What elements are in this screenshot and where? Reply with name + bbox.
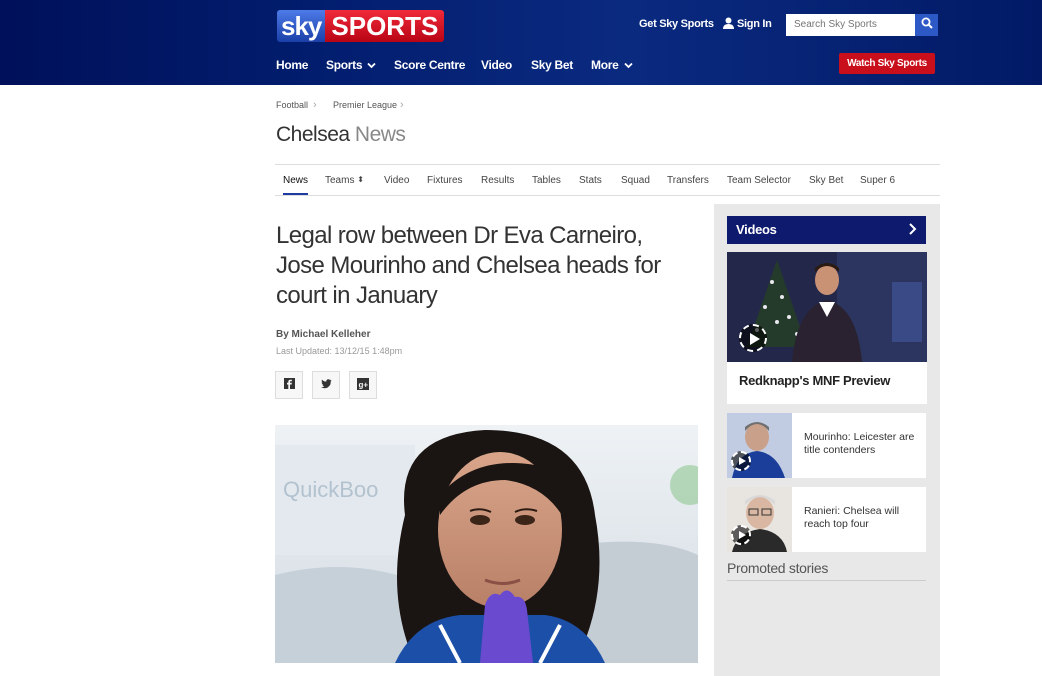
video-item[interactable]: Ranieri: Chelsea will reach top four: [727, 487, 926, 552]
chevron-down-icon: [367, 62, 376, 69]
play-icon: [731, 525, 751, 545]
user-icon: [723, 16, 734, 34]
sky-sports-logo[interactable]: sky SPORTS: [277, 10, 445, 42]
logo-sports-text: SPORTS: [325, 10, 445, 42]
nav-sports[interactable]: Sports: [326, 58, 376, 72]
search-icon: [921, 16, 933, 34]
search-input[interactable]: [786, 14, 915, 36]
video-title: Ranieri: Chelsea will reach top four: [804, 505, 900, 530]
article-updated: Last Updated: 13/12/15 1:48pm: [276, 346, 403, 356]
chevron-down-icon: [623, 62, 633, 69]
article-hero-image: QuickBoo: [275, 425, 698, 663]
nav-video[interactable]: Video: [481, 58, 512, 72]
tab-video[interactable]: Video: [384, 175, 409, 186]
sign-in-link[interactable]: Sign In: [737, 18, 772, 30]
share-google-plus-button[interactable]: g+: [349, 371, 377, 399]
watch-sky-sports-button[interactable]: Watch Sky Sports: [839, 53, 935, 74]
video-title: Mourinho: Leicester are title contenders: [804, 431, 915, 456]
video-thumbnail: [727, 487, 792, 552]
google-plus-icon: g+: [357, 377, 369, 393]
play-icon: [739, 324, 767, 352]
nav-sports-label: Sports: [326, 58, 363, 72]
tab-sky-bet[interactable]: Sky Bet: [809, 175, 843, 186]
tab-news[interactable]: News: [283, 175, 308, 186]
breadcrumb-premier-league[interactable]: Premier League: [333, 100, 397, 110]
tab-squad[interactable]: Squad: [621, 175, 650, 186]
tab-teams[interactable]: Teams ⬍: [325, 175, 364, 186]
chevron-right-icon[interactable]: [908, 222, 918, 241]
article-byline[interactable]: By Michael Kelleher: [276, 329, 370, 340]
tab-super-6[interactable]: Super 6: [860, 175, 895, 186]
get-sky-sports-link[interactable]: Get Sky Sports: [639, 18, 714, 30]
divider: [727, 580, 926, 581]
tab-tables[interactable]: Tables: [532, 175, 561, 186]
chevron-right-icon: ›: [400, 99, 404, 111]
nav-home[interactable]: Home: [276, 58, 308, 72]
svg-text:QuickBoo: QuickBoo: [283, 477, 378, 502]
tab-fixtures[interactable]: Fixtures: [427, 175, 463, 186]
divider: [275, 195, 940, 196]
page-title: Chelsea News: [276, 123, 406, 147]
share-twitter-button[interactable]: [312, 371, 340, 399]
logo-sky-text: sky: [277, 10, 326, 42]
tab-stats[interactable]: Stats: [579, 175, 602, 186]
divider: [275, 164, 940, 165]
twitter-icon: [320, 378, 332, 392]
videos-header[interactable]: Videos: [727, 216, 926, 244]
tab-transfers[interactable]: Transfers: [667, 175, 709, 186]
article-headline: Legal row between Dr Eva Carneiro, Jose …: [276, 222, 661, 309]
main-video-thumbnail[interactable]: [727, 252, 927, 362]
search-button[interactable]: [915, 14, 938, 36]
tab-team-selector[interactable]: Team Selector: [727, 175, 791, 186]
tab-results[interactable]: Results: [481, 175, 514, 186]
nav-sky-bet[interactable]: Sky Bet: [531, 58, 573, 72]
video-item[interactable]: Mourinho: Leicester are title contenders: [727, 413, 926, 478]
main-video-title[interactable]: Redknapp's MNF Preview: [739, 373, 890, 388]
page-title-main: Chelsea: [276, 123, 350, 146]
facebook-icon: [283, 378, 295, 392]
site-header: sky SPORTS Get Sky Sports Sign In Home S…: [0, 0, 1042, 85]
breadcrumb-football[interactable]: Football: [276, 100, 308, 110]
sort-arrows-icon: ⬍: [357, 175, 364, 184]
nav-more[interactable]: More: [591, 58, 633, 72]
promoted-stories-heading: Promoted stories: [727, 560, 829, 576]
share-facebook-button[interactable]: [275, 371, 303, 399]
page-title-sub: News: [354, 123, 406, 146]
nav-score-centre[interactable]: Score Centre: [394, 58, 465, 72]
video-thumbnail: [727, 413, 792, 478]
nav-more-label: More: [591, 58, 619, 72]
play-icon: [731, 451, 751, 471]
svg-text:g+: g+: [359, 380, 369, 389]
tab-teams-label: Teams: [325, 175, 355, 186]
chevron-right-icon: ›: [313, 99, 317, 111]
